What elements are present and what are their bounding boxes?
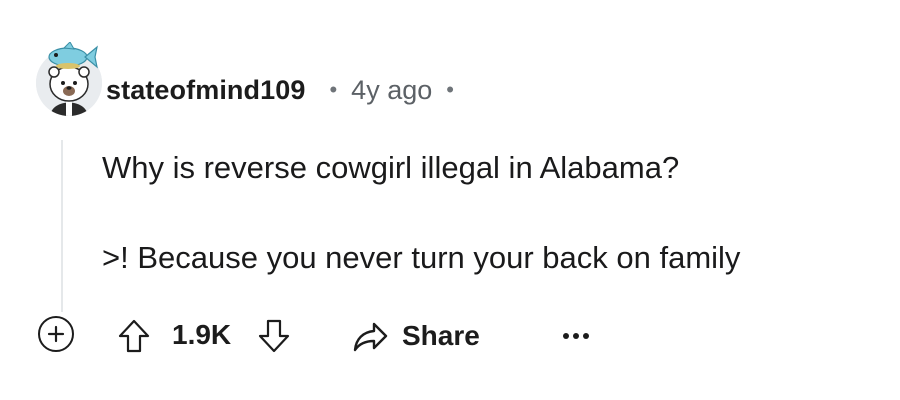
comment-body-line-2: >! Because you never turn your back on f… — [102, 240, 741, 275]
ellipsis-icon — [563, 333, 589, 339]
comment-age[interactable]: 4y ago — [351, 75, 432, 106]
share-icon — [353, 322, 388, 352]
upvote-arrow-icon[interactable] — [114, 316, 154, 356]
username-link[interactable]: stateofmind109 — [106, 75, 305, 106]
plus-icon — [47, 325, 65, 343]
comment-header: stateofmind109 • 4y ago • — [106, 72, 454, 108]
share-label: Share — [402, 320, 480, 351]
vote-score: 1.9K — [172, 319, 232, 350]
expand-button[interactable] — [38, 316, 74, 352]
comment-body-line-1: Why is reverse cowgirl illegal in Alabam… — [102, 150, 680, 185]
separator-dot: • — [329, 77, 338, 102]
fish-hat-icon — [48, 42, 98, 69]
share-button[interactable]: Share — [350, 316, 480, 356]
comment-action-bar: 1.9K Share — [38, 312, 858, 356]
separator-dot: • — [446, 77, 454, 102]
more-options-button[interactable] — [562, 316, 590, 356]
thread-line[interactable] — [61, 140, 63, 312]
downvote-arrow-icon[interactable] — [254, 316, 294, 356]
